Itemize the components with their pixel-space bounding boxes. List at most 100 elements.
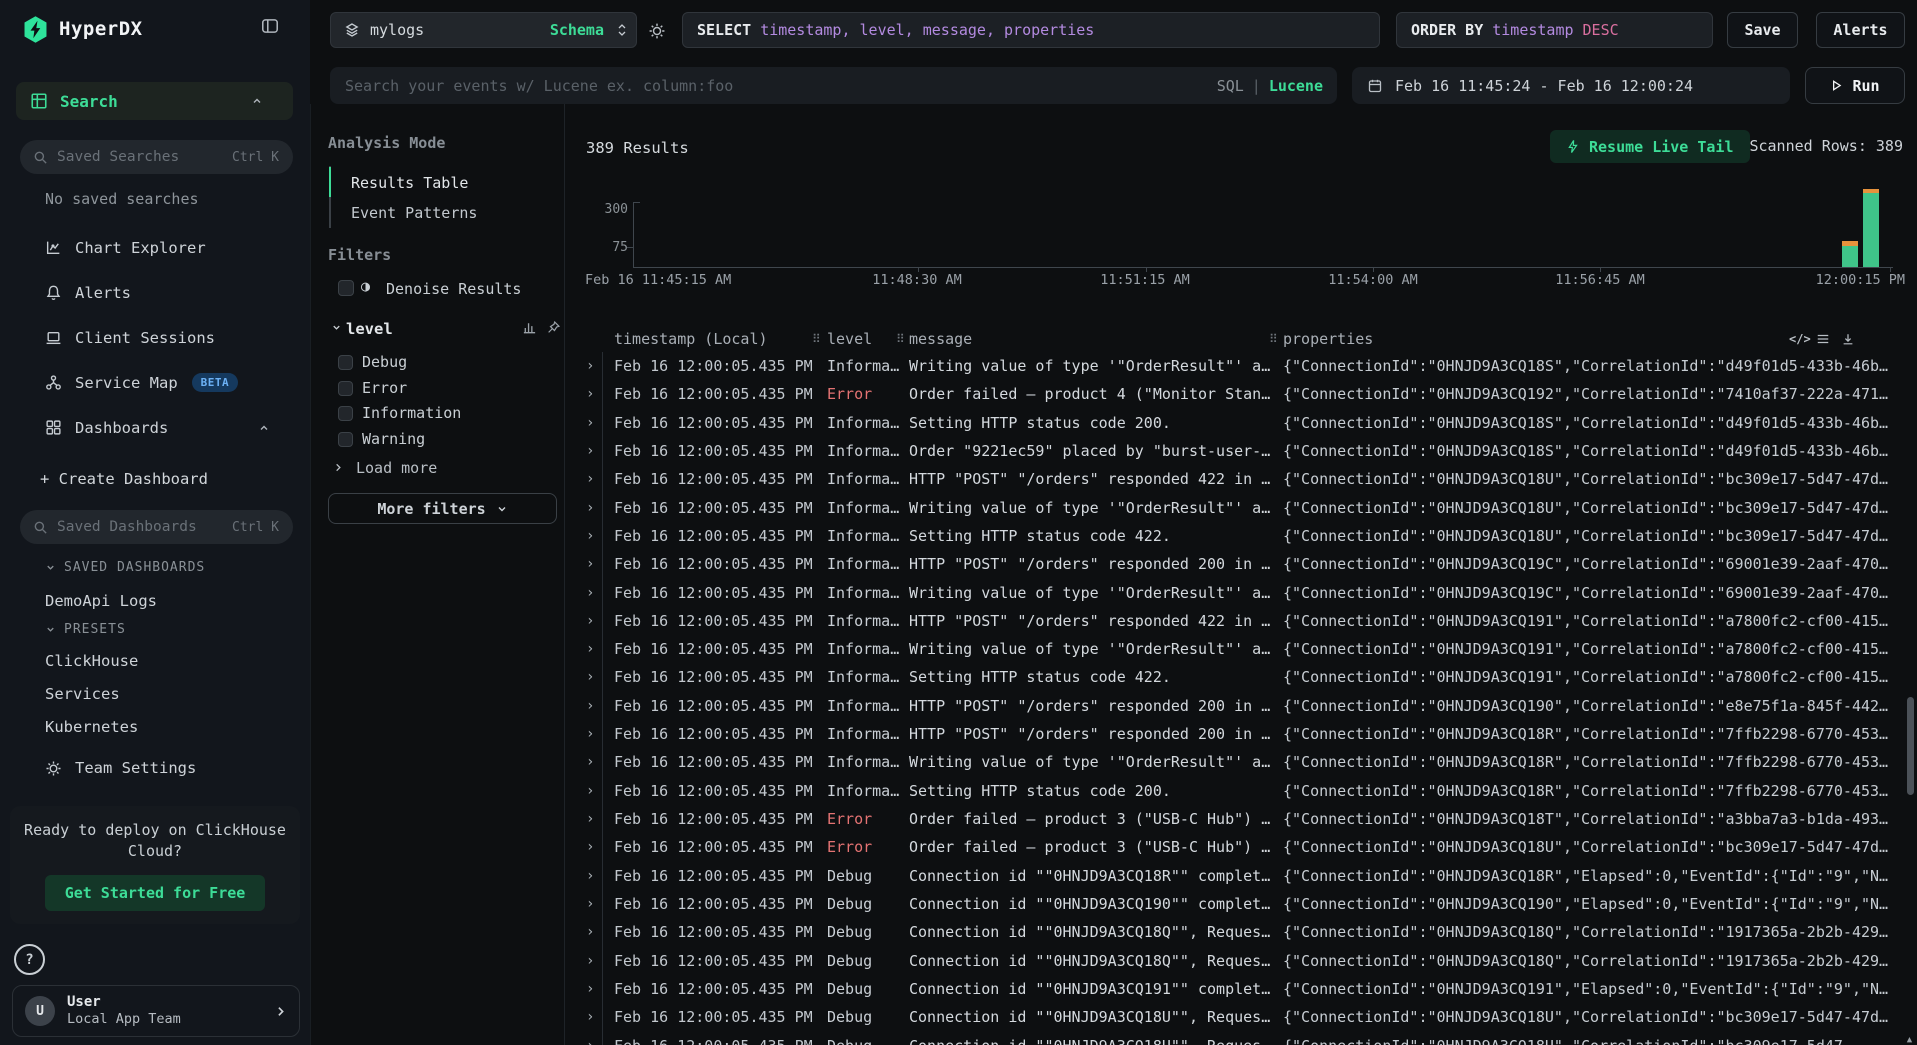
preset-dashboard-link[interactable]: Kubernetes (45, 711, 295, 744)
mode-results-table[interactable]: Results Table (351, 168, 468, 198)
table-row[interactable]: ›Feb 16 12:00:05.435 PMDebugConnection i… (565, 918, 1907, 946)
scrollbar-thumb[interactable] (1907, 697, 1914, 795)
table-row[interactable]: ›Feb 16 12:00:05.435 PMErrorOrder failed… (565, 380, 1907, 408)
row-expand-chevron[interactable]: › (586, 805, 600, 833)
create-dashboard-button[interactable]: + Create Dashboard (40, 470, 208, 488)
denoise-label[interactable]: Denoise Results (386, 277, 521, 301)
row-expand-chevron[interactable]: › (586, 777, 600, 805)
drag-handle-icon[interactable]: ⠿ (812, 326, 821, 352)
scroll-up-arrow[interactable]: ▲ (1905, 1035, 1914, 1045)
run-button[interactable]: Run (1805, 67, 1905, 104)
row-expand-chevron[interactable]: › (586, 748, 600, 776)
sidebar-item-search[interactable]: Search (16, 82, 293, 120)
table-row[interactable]: ›Feb 16 12:00:05.435 PMDebugConnection i… (565, 1032, 1907, 1045)
table-row[interactable]: ›Feb 16 12:00:05.435 PMInforma…Writing v… (565, 494, 1907, 522)
mode-event-patterns[interactable]: Event Patterns (351, 198, 477, 228)
select-query-input[interactable]: SELECT timestamp, level, message, proper… (682, 12, 1380, 48)
sidebar-collapse-icon[interactable] (260, 16, 280, 36)
resume-live-tail-button[interactable]: Resume Live Tail (1550, 130, 1750, 163)
settings-gear-icon[interactable] (648, 22, 666, 40)
row-density-icon[interactable] (1816, 326, 1830, 352)
row-expand-chevron[interactable]: › (586, 890, 600, 918)
sidebar-item-dashboards[interactable]: Dashboards (0, 405, 310, 450)
save-button[interactable]: Save (1727, 12, 1798, 48)
chevron-down-icon[interactable] (331, 322, 342, 333)
section-saved-dashboards[interactable]: SAVED DASHBOARDS (45, 556, 205, 578)
time-range-picker[interactable]: Feb 16 11:45:24 - Feb 16 12:00:24 (1352, 67, 1790, 104)
table-row[interactable]: ›Feb 16 12:00:05.435 PMInforma…HTTP "POS… (565, 550, 1907, 578)
sidebar-item-alerts[interactable]: Alerts (0, 270, 310, 315)
table-row[interactable]: ›Feb 16 12:00:05.435 PMDebugConnection i… (565, 890, 1907, 918)
row-expand-chevron[interactable]: › (586, 352, 600, 380)
checkbox[interactable] (338, 355, 353, 370)
sidebar-item-team-settings[interactable]: Team Settings (0, 750, 310, 786)
row-expand-chevron[interactable]: › (586, 1032, 600, 1045)
sql-mode-toggle[interactable]: SQL (1217, 77, 1244, 95)
table-row[interactable]: ›Feb 16 12:00:05.435 PMInforma…HTTP "POS… (565, 607, 1907, 635)
section-presets[interactable]: PRESETS (45, 618, 126, 640)
column-header-timestamp[interactable]: timestamp (Local) (614, 326, 768, 352)
row-expand-chevron[interactable]: › (586, 409, 600, 437)
level-option-label[interactable]: Debug (362, 350, 407, 376)
preset-dashboard-link[interactable]: ClickHouse (45, 645, 295, 678)
table-row[interactable]: ›Feb 16 12:00:05.435 PMDebugConnection i… (565, 862, 1907, 890)
user-menu[interactable]: U User Local App Team (12, 985, 300, 1037)
row-expand-chevron[interactable]: › (586, 663, 600, 691)
row-expand-chevron[interactable]: › (586, 918, 600, 946)
histogram-icon[interactable] (522, 320, 537, 335)
row-expand-chevron[interactable]: › (586, 437, 600, 465)
row-expand-chevron[interactable]: › (586, 692, 600, 720)
drag-handle-icon[interactable]: ⠿ (1269, 326, 1278, 352)
histogram-bar[interactable] (1863, 189, 1879, 267)
saved-searches-input[interactable]: Saved Searches Ctrl K (20, 140, 293, 174)
row-expand-chevron[interactable]: › (586, 947, 600, 975)
pin-icon[interactable] (546, 320, 561, 335)
sidebar-item-service-map[interactable]: Service MapBETA (0, 360, 310, 405)
table-row[interactable]: ›Feb 16 12:00:05.435 PMErrorOrder failed… (565, 805, 1907, 833)
level-option-label[interactable]: Warning (362, 427, 425, 453)
download-icon[interactable] (1841, 326, 1855, 352)
row-expand-chevron[interactable]: › (586, 579, 600, 607)
level-option-label[interactable]: Information (362, 401, 461, 427)
checkbox[interactable] (338, 406, 353, 421)
saved-dashboard-link[interactable]: DemoApi Logs (45, 585, 295, 618)
table-row[interactable]: ›Feb 16 12:00:05.435 PMInforma…Setting H… (565, 522, 1907, 550)
table-row[interactable]: ›Feb 16 12:00:05.435 PMInforma…Setting H… (565, 663, 1907, 691)
more-filters-button[interactable]: More filters (328, 493, 557, 524)
table-row[interactable]: ›Feb 16 12:00:05.435 PMInforma…HTTP "POS… (565, 692, 1907, 720)
level-option-label[interactable]: Error (362, 376, 407, 402)
level-group-name[interactable]: level (346, 314, 393, 344)
row-expand-chevron[interactable]: › (586, 522, 600, 550)
event-search-input[interactable]: Search your events w/ Lucene ex. column:… (330, 67, 1337, 104)
source-selector[interactable]: mylogs Schema (330, 12, 637, 48)
table-row[interactable]: ›Feb 16 12:00:05.435 PMInforma…Writing v… (565, 748, 1907, 776)
table-row[interactable]: ›Feb 16 12:00:05.435 PMInforma…HTTP "POS… (565, 720, 1907, 748)
table-row[interactable]: ›Feb 16 12:00:05.435 PMInforma…Writing v… (565, 635, 1907, 663)
column-header-message[interactable]: message (909, 326, 972, 352)
drag-handle-icon[interactable]: ⠿ (896, 326, 905, 352)
checkbox[interactable] (338, 432, 353, 447)
column-header-level[interactable]: level (827, 326, 872, 352)
checkbox[interactable] (338, 381, 353, 396)
help-button[interactable]: ? (14, 944, 45, 975)
table-row[interactable]: ›Feb 16 12:00:05.435 PMInforma…Writing v… (565, 579, 1907, 607)
table-row[interactable]: ›Feb 16 12:00:05.435 PMDebugConnection i… (565, 975, 1907, 1003)
get-started-button[interactable]: Get Started for Free (45, 875, 266, 911)
preset-dashboard-link[interactable]: Services (45, 678, 295, 711)
table-row[interactable]: ›Feb 16 12:00:05.435 PMDebugConnection i… (565, 1003, 1907, 1031)
column-header-properties[interactable]: properties (1283, 326, 1373, 352)
row-expand-chevron[interactable]: › (586, 833, 600, 861)
code-view-icon[interactable]: </> (1789, 326, 1811, 352)
row-expand-chevron[interactable]: › (586, 550, 600, 578)
order-by-input[interactable]: ORDER BY timestamp DESC (1396, 12, 1713, 48)
table-row[interactable]: ›Feb 16 12:00:05.435 PMInforma…HTTP "POS… (565, 465, 1907, 493)
alerts-button[interactable]: Alerts (1816, 12, 1905, 48)
row-expand-chevron[interactable]: › (586, 720, 600, 748)
row-expand-chevron[interactable]: › (586, 607, 600, 635)
row-expand-chevron[interactable]: › (586, 380, 600, 408)
lucene-mode-toggle[interactable]: Lucene (1269, 77, 1323, 95)
sidebar-item-client-sessions[interactable]: Client Sessions (0, 315, 310, 360)
row-expand-chevron[interactable]: › (586, 975, 600, 1003)
table-row[interactable]: ›Feb 16 12:00:05.435 PMInforma…Order "92… (565, 437, 1907, 465)
load-more-button[interactable]: Load more (311, 456, 566, 480)
